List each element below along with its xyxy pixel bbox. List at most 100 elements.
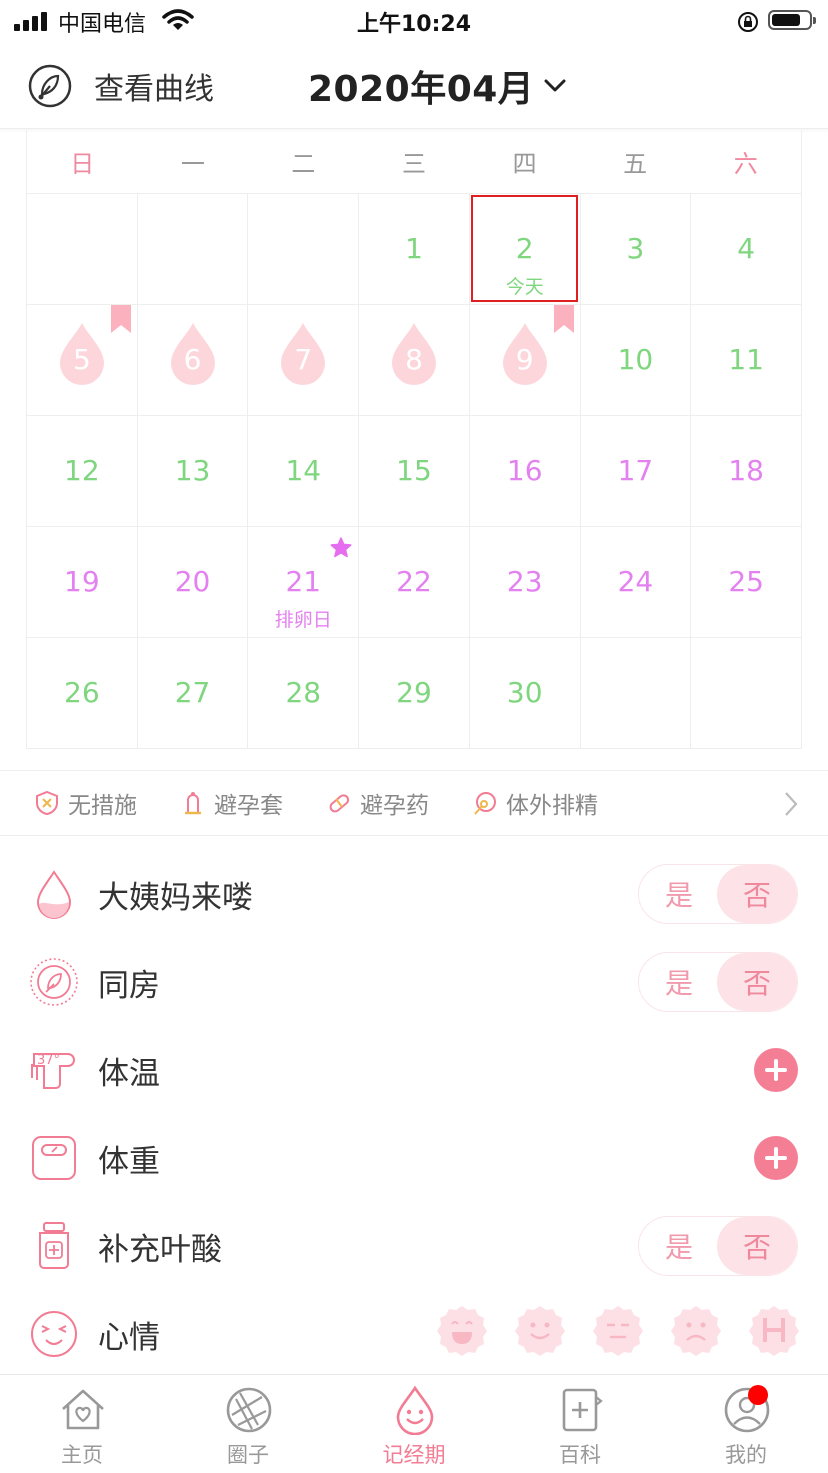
calendar-day[interactable]: 9 (469, 305, 581, 416)
folic-acid-toggle[interactable]: 是 否 (638, 1216, 798, 1276)
calendar-day[interactable]: 16 (469, 416, 581, 527)
mood-laugh-icon[interactable] (436, 1304, 488, 1356)
calendar-day[interactable]: 6 (137, 305, 249, 416)
day-number: 2 (515, 232, 534, 265)
calendar-day[interactable]: 13 (137, 416, 249, 527)
calendar-day[interactable]: 21 排卵日 (248, 527, 360, 638)
calendar-day[interactable]: 25 (691, 527, 802, 638)
period-no-option[interactable]: 否 (717, 865, 797, 923)
record-temperature-label: 体温 (98, 1056, 160, 1092)
day-number: 28 (285, 676, 322, 709)
day-number: 20 (174, 565, 211, 598)
record-period-label: 大姨妈来喽 (98, 880, 253, 916)
calendar-day[interactable]: 22 (359, 527, 470, 638)
folic-acid-yes-option[interactable]: 是 (639, 1217, 719, 1275)
mood-face-icon (31, 1311, 77, 1357)
intimacy-icon (30, 958, 78, 1006)
calendar-day[interactable]: 20 (137, 527, 249, 638)
weekday-label: 四 (512, 150, 537, 178)
weekday-label: 三 (401, 150, 426, 178)
calendar-day[interactable]: 4 (691, 194, 802, 305)
period-yes-option[interactable]: 是 (639, 865, 719, 923)
notification-badge (748, 1385, 768, 1405)
tab-home[interactable]: 主页 (22, 1375, 142, 1473)
add-weight-button[interactable] (754, 1136, 798, 1180)
day-number: 3 (626, 232, 645, 265)
battery-icon (768, 10, 816, 30)
ovulation-label: 排卵日 (274, 609, 332, 631)
calendar-day[interactable]: 12 (27, 416, 138, 527)
month-selector[interactable]: 2020年04月 (308, 60, 566, 112)
header-bar: 查看曲线 2020年04月 (0, 44, 828, 129)
period-toggle[interactable]: 是 否 (638, 864, 798, 924)
contraception-none-label: 无措施 (68, 793, 137, 819)
scale-icon (32, 1136, 76, 1180)
contraception-bar: 无措施 避孕套 避孕药 体外排精 (0, 770, 828, 836)
pill-icon (329, 794, 350, 813)
day-number: 27 (174, 676, 211, 709)
folic-acid-no-option[interactable]: 否 (717, 1217, 797, 1275)
calendar-day[interactable]: 28 (248, 638, 360, 749)
day-number: 10 (617, 343, 654, 376)
calendar-day[interactable]: 30 (469, 638, 581, 749)
tab-circle[interactable]: 圈子 (188, 1375, 308, 1473)
record-mood-label: 心情 (98, 1320, 160, 1356)
bookmark-icon (553, 305, 574, 333)
calendar-day[interactable]: 11 (691, 305, 802, 416)
condom-icon (185, 792, 201, 815)
calendar-day[interactable]: 5 (27, 305, 138, 416)
calendar-day[interactable]: 2 今天 (469, 194, 581, 305)
calendar-day[interactable]: 29 (359, 638, 470, 749)
contraception-pill[interactable]: 避孕药 (326, 771, 429, 835)
day-number: 5 (72, 343, 91, 376)
tab-encyclopedia[interactable]: 百科 (520, 1375, 640, 1473)
calendar-day[interactable]: 26 (27, 638, 138, 749)
drop-icon (36, 870, 72, 919)
intimacy-yes-option[interactable]: 是 (639, 953, 719, 1011)
calendar-day[interactable]: 17 (580, 416, 692, 527)
record-temperature: 37° 体温 (0, 1026, 828, 1114)
contraception-condom[interactable]: 避孕套 (180, 771, 283, 835)
day-number: 26 (64, 676, 100, 709)
calendar-day[interactable]: 7 (248, 305, 360, 416)
calendar-day[interactable]: 19 (27, 527, 138, 638)
calendar-day[interactable]: 1 (359, 194, 470, 305)
view-curve-button[interactable]: 查看曲线 (28, 60, 214, 112)
tab-me[interactable]: 我的 (686, 1375, 806, 1473)
add-temperature-button[interactable] (754, 1048, 798, 1092)
record-period: 大姨妈来喽 是 否 (0, 850, 828, 938)
intimacy-toggle[interactable]: 是 否 (638, 952, 798, 1012)
day-number: 18 (728, 454, 764, 487)
chevron-right-icon[interactable] (784, 791, 798, 817)
shield-x-icon (36, 790, 58, 816)
calendar-day[interactable]: 18 (691, 416, 802, 527)
calendar-day[interactable]: 15 (359, 416, 470, 527)
mood-smile-icon[interactable] (514, 1304, 566, 1356)
chevron-down-icon (544, 79, 566, 92)
calendar-day[interactable]: 27 (137, 638, 249, 749)
calendar-empty-cell (691, 638, 802, 749)
weekday-label: 一 (180, 150, 205, 178)
contraception-withdrawal[interactable]: 体外排精 (472, 771, 598, 835)
day-number: 13 (174, 454, 211, 487)
contraception-none[interactable]: 无措施 (34, 771, 137, 835)
intimacy-no-option[interactable]: 否 (717, 953, 797, 1011)
contraception-withdrawal-label: 体外排精 (506, 793, 598, 819)
calendar-day[interactable]: 3 (580, 194, 692, 305)
calendar-empty-cell (137, 194, 249, 305)
mood-h-icon[interactable] (748, 1304, 800, 1356)
calendar-day[interactable]: 8 (359, 305, 470, 416)
calendar-day[interactable]: 24 (580, 527, 692, 638)
contraception-condom-label: 避孕套 (214, 793, 283, 819)
tab-period[interactable]: 记经期 (354, 1375, 474, 1473)
calendar-day[interactable]: 10 (580, 305, 692, 416)
calendar-day[interactable]: 14 (248, 416, 360, 527)
tab-bar: 主页 圈子 记经期 百科 我的 (0, 1374, 828, 1473)
mood-options (436, 1304, 806, 1364)
sperm-icon (474, 792, 496, 815)
tab-encyclopedia-label: 百科 (559, 1443, 601, 1467)
mood-sad-icon[interactable] (670, 1304, 722, 1356)
day-number: 9 (515, 343, 534, 376)
calendar-day[interactable]: 23 (469, 527, 581, 638)
mood-neutral-icon[interactable] (592, 1304, 644, 1356)
